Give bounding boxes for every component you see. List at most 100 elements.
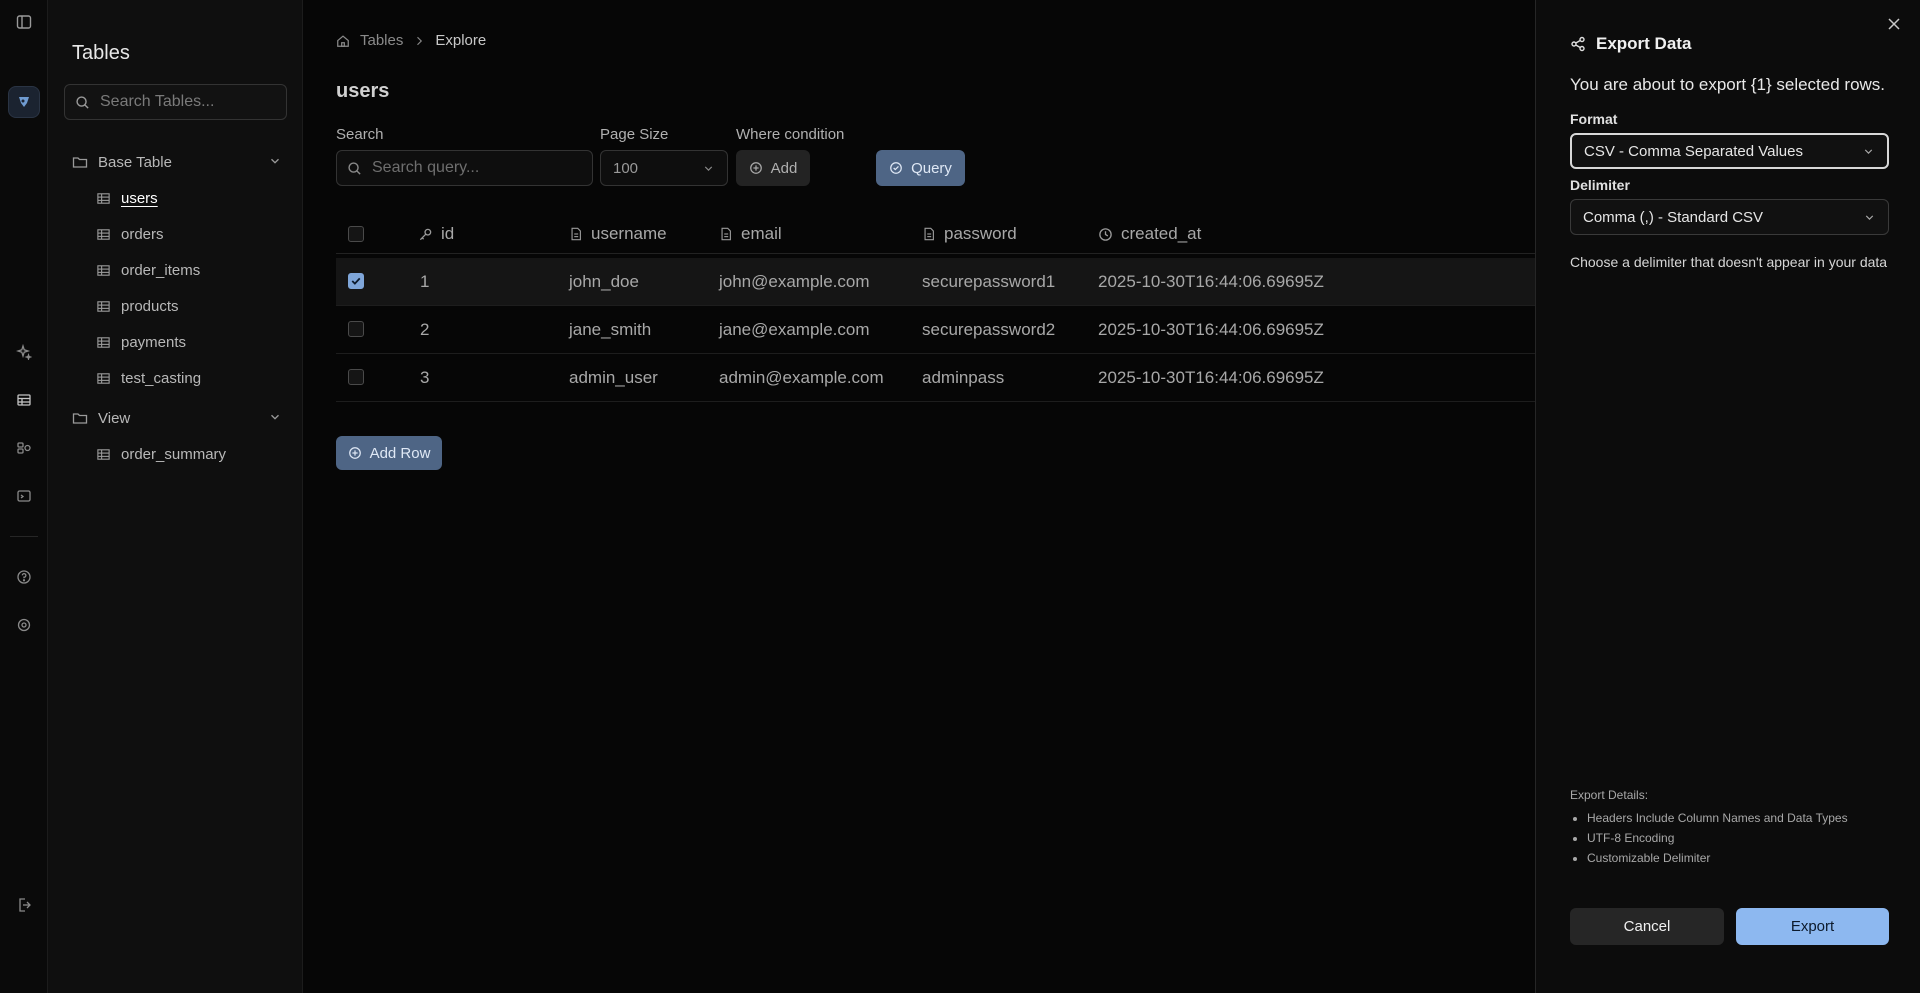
main-content: Tables Explore users Search Page Size Wh… xyxy=(303,0,1535,993)
chevron-down-icon xyxy=(704,165,713,171)
close-icon[interactable] xyxy=(1886,16,1904,34)
app-logo[interactable] xyxy=(8,86,40,118)
cell-created-at[interactable]: 2025-10-30T16:44:06.69695Z xyxy=(1098,272,1324,292)
group-view[interactable]: View xyxy=(72,406,282,430)
format-value: CSV - Comma Separated Values xyxy=(1584,142,1803,160)
cell-username[interactable]: admin_user xyxy=(569,368,658,388)
table-search-input[interactable] xyxy=(100,93,280,111)
ai-sparkle-icon[interactable] xyxy=(12,340,36,364)
sidebar-item-payments[interactable]: payments xyxy=(96,330,186,354)
column-header-email[interactable]: email xyxy=(719,224,782,244)
format-select[interactable]: CSV - Comma Separated Values xyxy=(1570,133,1889,169)
logout-icon[interactable] xyxy=(12,893,36,917)
tables-sidebar: Tables Base Table users orders order_ite… xyxy=(48,0,303,993)
row-checkbox[interactable] xyxy=(348,321,364,337)
table-icon xyxy=(97,372,110,384)
check-circle-icon xyxy=(890,162,902,174)
table-row[interactable]: 1 john_doe john@example.com securepasswo… xyxy=(336,258,1535,306)
delimiter-value: Comma (,) - Standard CSV xyxy=(1583,208,1764,226)
cancel-button[interactable]: Cancel xyxy=(1570,908,1724,945)
column-header-username[interactable]: username xyxy=(569,224,667,244)
cell-id[interactable]: 2 xyxy=(420,320,429,340)
column-header-id[interactable]: id xyxy=(418,224,454,244)
group-base-table[interactable]: Base Table xyxy=(72,150,282,174)
column-header-created-at[interactable]: created_at xyxy=(1098,224,1201,244)
cell-created-at[interactable]: 2025-10-30T16:44:06.69695Z xyxy=(1098,320,1324,340)
home-icon[interactable] xyxy=(336,34,350,48)
column-header-password[interactable]: password xyxy=(922,224,1017,244)
sidebar-item-label: orders xyxy=(121,225,164,243)
delimiter-select[interactable]: Comma (,) - Standard CSV xyxy=(1570,199,1889,235)
column-label: email xyxy=(741,224,782,243)
export-detail-item: Customizable Delimiter xyxy=(1587,848,1848,868)
search-icon xyxy=(76,95,89,109)
sidebar-item-orders[interactable]: orders xyxy=(96,222,164,246)
cell-username[interactable]: john_doe xyxy=(569,272,639,292)
sidebar-item-label: payments xyxy=(121,333,187,351)
export-details-list: Headers Include Column Names and Data Ty… xyxy=(1570,808,1848,868)
query-label: Query xyxy=(911,159,952,177)
page-size-label: Page Size xyxy=(600,126,669,143)
chevron-down-icon xyxy=(1864,148,1873,154)
sidebar-item-label: order_items xyxy=(121,261,201,279)
column-label: password xyxy=(944,224,1017,243)
cell-password[interactable]: securepassword2 xyxy=(922,320,1055,340)
cell-email[interactable]: john@example.com xyxy=(719,272,870,292)
folder-icon xyxy=(72,413,88,424)
sidebar-title: Tables xyxy=(72,42,130,64)
plus-circle-icon xyxy=(749,162,762,174)
table-row[interactable]: 2 jane_smith jane@example.com securepass… xyxy=(336,306,1535,354)
row-checkbox[interactable] xyxy=(348,369,364,385)
page-size-select[interactable]: 100 xyxy=(600,150,728,186)
cell-username[interactable]: jane_smith xyxy=(569,320,651,340)
sidebar-item-products[interactable]: products xyxy=(96,294,179,318)
cell-password[interactable]: securepassword1 xyxy=(922,272,1055,292)
add-row-label: Add Row xyxy=(369,444,431,462)
add-row-button[interactable]: Add Row xyxy=(336,436,442,470)
cell-id[interactable]: 3 xyxy=(420,368,429,388)
cell-email[interactable]: jane@example.com xyxy=(719,320,870,340)
table-search-box[interactable] xyxy=(64,84,287,120)
schema-icon[interactable] xyxy=(12,436,36,460)
table-icon xyxy=(97,228,110,240)
table-icon xyxy=(97,192,110,204)
page-size-value: 100 xyxy=(613,159,639,177)
key-icon xyxy=(419,228,432,240)
export-title-text: Export Data xyxy=(1596,34,1692,53)
settings-gear-icon[interactable] xyxy=(12,613,36,637)
sidebar-item-order-summary[interactable]: order_summary xyxy=(96,442,226,466)
chevron-down-icon[interactable] xyxy=(268,154,282,168)
cell-created-at[interactable]: 2025-10-30T16:44:06.69695Z xyxy=(1098,368,1324,388)
help-icon[interactable] xyxy=(12,565,36,589)
row-checkbox[interactable] xyxy=(348,273,364,289)
export-button[interactable]: Export xyxy=(1736,908,1889,945)
delimiter-hint: Choose a delimiter that doesn't appear i… xyxy=(1570,254,1888,270)
query-search-box[interactable] xyxy=(336,150,593,186)
export-detail-item: UTF-8 Encoding xyxy=(1587,828,1848,848)
terminal-icon[interactable] xyxy=(12,484,36,508)
cell-id[interactable]: 1 xyxy=(420,272,429,292)
breadcrumb: Tables Explore xyxy=(336,32,486,49)
text-file-icon xyxy=(721,227,731,241)
breadcrumb-tables[interactable]: Tables xyxy=(360,32,403,49)
query-button[interactable]: Query xyxy=(876,150,965,186)
chevron-down-icon xyxy=(1865,214,1874,220)
query-search-input[interactable] xyxy=(372,159,582,177)
sidebar-item-test-casting[interactable]: test_casting xyxy=(96,366,201,390)
cell-email[interactable]: admin@example.com xyxy=(719,368,884,388)
table-icon[interactable] xyxy=(12,388,36,412)
sidebar-item-users[interactable]: users xyxy=(96,186,158,210)
table-row[interactable]: 3 admin_user admin@example.com adminpass… xyxy=(336,354,1535,402)
format-label: Format xyxy=(1570,111,1618,127)
folder-icon xyxy=(72,157,88,168)
sidebar-item-order-items[interactable]: order_items xyxy=(96,258,200,282)
cell-password[interactable]: adminpass xyxy=(922,368,1004,388)
chevron-down-icon[interactable] xyxy=(268,410,282,424)
sidebar-toggle-icon[interactable] xyxy=(12,10,36,34)
rail-divider xyxy=(10,536,38,537)
add-condition-button[interactable]: Add xyxy=(736,150,810,186)
export-detail-item: Headers Include Column Names and Data Ty… xyxy=(1587,808,1848,828)
page-title: users xyxy=(336,80,390,102)
select-all-checkbox[interactable] xyxy=(348,226,364,242)
export-panel: Export Data You are about to export {1} … xyxy=(1535,0,1920,993)
